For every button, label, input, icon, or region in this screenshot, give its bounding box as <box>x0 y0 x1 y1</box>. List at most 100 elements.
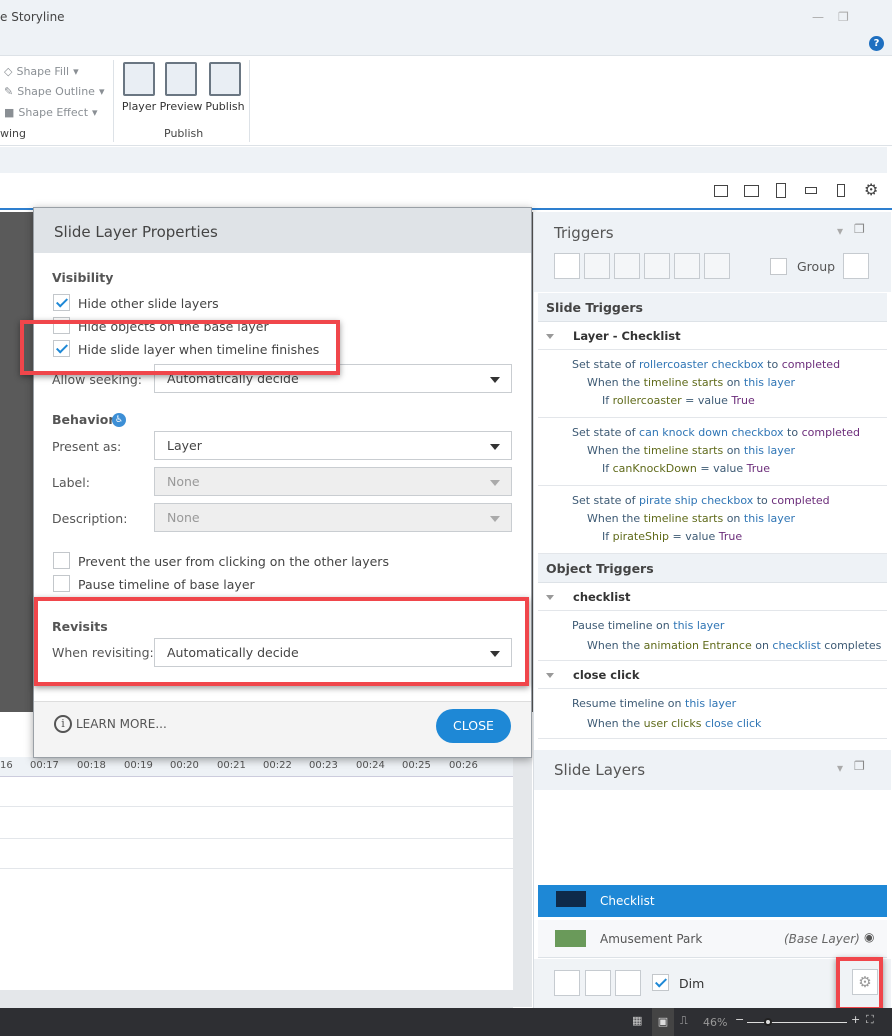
right-panel: Triggers ▾ ❐ Group Slide Triggers Layer … <box>533 212 892 1008</box>
trigger-text: When the <box>587 512 644 525</box>
present-as-label: Present as: <box>52 439 122 454</box>
edit-trigger-button[interactable] <box>584 253 610 279</box>
pause-base-timeline-checkbox[interactable] <box>53 575 70 592</box>
trigger-text: Resume timeline on <box>572 697 685 710</box>
zoom-slider-thumb[interactable] <box>764 1018 772 1026</box>
timeline-horizontal-scrollbar[interactable] <box>0 990 513 1008</box>
dim-checkbox[interactable] <box>652 974 669 991</box>
trigger-line: If pirateShip = value True <box>602 530 742 543</box>
label: Shape Effect <box>18 106 89 119</box>
prevent-clicking-checkbox[interactable] <box>53 552 70 569</box>
triggers-header: Triggers ▾ ❐ Group <box>534 212 891 292</box>
timeline-row[interactable] <box>0 778 513 807</box>
slide-view-icon[interactable]: ▣ <box>652 1008 674 1036</box>
tablet-portrait-icon[interactable] <box>776 183 786 198</box>
trigger-text: = value <box>669 530 719 543</box>
tick-label: 00:21 <box>217 760 246 771</box>
chevron-down-icon: ▾ <box>98 85 105 98</box>
shape-fill-button[interactable]: ◇ Shape Fill ▾ <box>4 65 79 78</box>
duplicate-layer-button[interactable] <box>585 970 611 996</box>
present-as-select[interactable]: Layer <box>154 431 512 460</box>
zoom-in-icon[interactable]: + <box>851 1013 860 1026</box>
trigger-line: If rollercoaster = value True <box>602 394 755 407</box>
behavior-heading: Behavior <box>52 412 115 427</box>
new-layer-button[interactable] <box>554 970 580 996</box>
copy-trigger-button[interactable] <box>614 253 640 279</box>
trigger-text: If <box>602 394 613 407</box>
minimize-icon[interactable]: — <box>812 10 824 24</box>
trigger-text: timeline starts <box>643 376 724 389</box>
trigger-text: completed <box>771 494 830 507</box>
label: Publish <box>205 100 245 113</box>
trigger-text: = value <box>681 394 732 407</box>
label: Shape Fill <box>16 65 70 78</box>
accessibility-icon[interactable]: ♿ <box>112 413 126 427</box>
help-icon[interactable]: ? <box>869 36 884 51</box>
label-select[interactable]: None <box>154 467 512 496</box>
delete-layer-button[interactable] <box>615 970 641 996</box>
move-trigger-button[interactable] <box>704 253 730 279</box>
gear-icon[interactable]: ⚙ <box>864 180 878 199</box>
trigger-line: When the timeline starts on this layer <box>587 512 795 525</box>
hide-other-layers-checkbox[interactable] <box>53 294 70 311</box>
story-view-icon[interactable]: ▦ <box>632 1014 642 1027</box>
fit-to-window-icon[interactable]: ⛶ <box>866 1013 874 1027</box>
trigger-line: Set state of rollercoaster checkbox to c… <box>572 358 840 371</box>
tick-label: 00:24 <box>356 760 385 771</box>
status-bar: ▦ ▣ ⎍ 46% − + ⛶ <box>0 1008 892 1036</box>
eye-icon[interactable]: ◉ <box>864 930 874 944</box>
trigger-text: True <box>731 394 755 407</box>
trigger-line: Set state of pirate ship checkbox to com… <box>572 494 830 507</box>
group-checkbox[interactable] <box>770 258 787 275</box>
phone-landscape-icon[interactable] <box>805 187 817 194</box>
layer-row-amusement-park[interactable]: Amusement Park (Base Layer) ◉ <box>538 920 887 958</box>
shape-effect-button[interactable]: ■ Shape Effect ▾ <box>4 106 98 119</box>
timeline-row[interactable] <box>0 840 513 869</box>
zoom-level: 46% <box>703 1016 728 1029</box>
publish-icon <box>209 62 241 96</box>
undock-icon[interactable]: ❐ <box>854 222 865 236</box>
info-icon: i <box>54 715 72 733</box>
timeline-row[interactable] <box>0 810 513 839</box>
highlight-box <box>34 597 529 686</box>
delete-trigger-button[interactable] <box>674 253 700 279</box>
trigger-text: When the <box>587 376 644 389</box>
desktop-icon[interactable] <box>714 185 728 197</box>
undock-icon[interactable]: ❐ <box>854 759 865 773</box>
player-button[interactable]: Player <box>119 62 159 113</box>
learn-more-link[interactable]: i LEARN MORE... <box>54 715 167 733</box>
publish-button[interactable]: Publish <box>205 62 245 113</box>
trigger-text: on <box>723 444 744 457</box>
trigger-text: Pause timeline on <box>572 619 674 632</box>
trigger-group-layer-checklist[interactable]: Layer - Checklist <box>538 322 887 350</box>
timeline-vertical-scrollbar[interactable] <box>513 757 532 1007</box>
layer-name: Amusement Park <box>600 932 703 946</box>
trigger-text: Set state of <box>572 358 640 371</box>
trigger-text: completes <box>820 639 882 652</box>
phone-portrait-icon[interactable] <box>837 184 845 197</box>
description-select[interactable]: None <box>154 503 512 532</box>
zoom-out-icon[interactable]: − <box>735 1013 744 1026</box>
paste-trigger-button[interactable] <box>644 253 670 279</box>
panel-menu-icon[interactable]: ▾ <box>837 761 843 775</box>
zoom-slider[interactable] <box>747 1022 847 1023</box>
chevron-down-icon: ▾ <box>73 65 79 78</box>
restore-icon[interactable]: ❐ <box>838 10 849 24</box>
layer-thumbnail <box>555 930 586 947</box>
checkbox-label: Pause timeline of base layer <box>78 577 255 592</box>
layer-row-checklist[interactable]: Checklist <box>538 885 887 917</box>
preview-view-icon[interactable]: ⎍ <box>680 1014 688 1028</box>
shape-outline-button[interactable]: ✎ Shape Outline ▾ <box>4 85 105 98</box>
trigger-group[interactable]: checklist <box>538 583 887 611</box>
trigger-line: Resume timeline on this layer <box>572 697 736 710</box>
trigger-group[interactable]: close click <box>538 661 887 689</box>
panel-menu-icon[interactable]: ▾ <box>837 224 843 238</box>
preview-button[interactable]: Preview <box>160 62 202 113</box>
trigger-text: pirate ship checkbox <box>639 494 754 507</box>
trigger-text: Set state of <box>572 494 640 507</box>
close-button[interactable]: CLOSE <box>436 709 511 743</box>
variables-button[interactable] <box>843 253 869 279</box>
tablet-landscape-icon[interactable] <box>744 185 759 197</box>
visibility-heading: Visibility <box>52 270 114 285</box>
new-trigger-button[interactable] <box>554 253 580 279</box>
